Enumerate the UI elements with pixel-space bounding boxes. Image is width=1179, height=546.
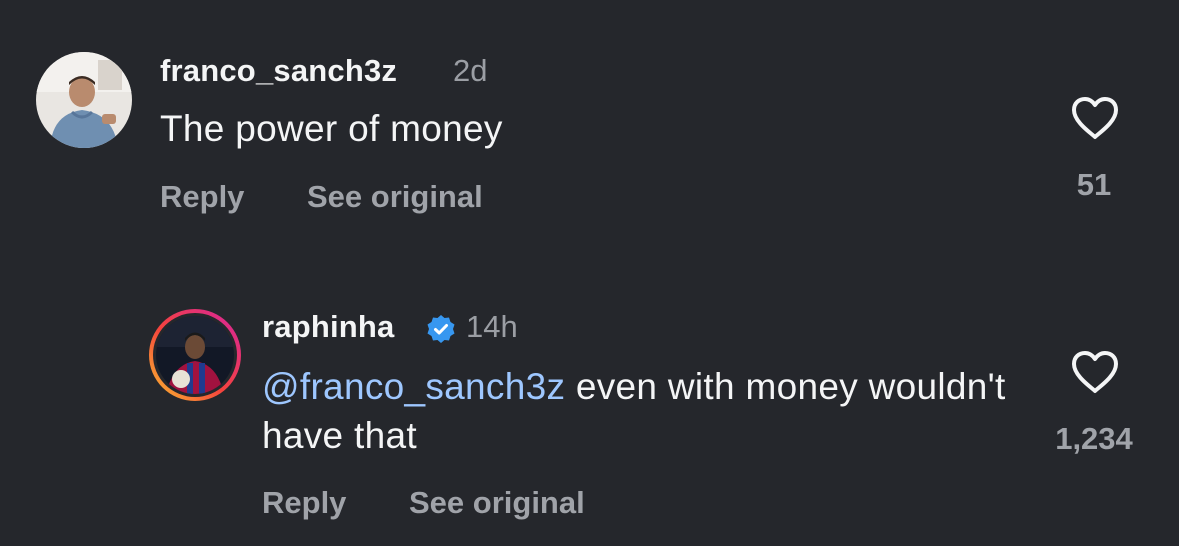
reply-button[interactable]: Reply: [262, 485, 346, 521]
username[interactable]: raphinha: [262, 309, 395, 345]
see-original-button[interactable]: See original: [307, 179, 483, 215]
timestamp: 14h: [466, 309, 518, 344]
username[interactable]: franco_sanch3z: [160, 53, 397, 89]
comment-item: franco_sanch3z 2d The power of money Rep…: [0, 0, 1179, 240]
heart-icon[interactable]: [1069, 349, 1121, 395]
like-count: 1,234: [1055, 421, 1133, 456]
see-original-button[interactable]: See original: [409, 485, 585, 521]
like-count: 51: [1076, 167, 1112, 202]
comments-thread: franco_sanch3z 2d The power of money Rep…: [0, 0, 1179, 546]
timestamp: 2d: [453, 53, 488, 88]
comment-text: @franco_sanch3z even with money wouldn't…: [262, 362, 1022, 460]
comment-text: The power of money: [160, 108, 503, 149]
mention-link[interactable]: @franco_sanch3z: [262, 366, 565, 407]
avatar[interactable]: [147, 307, 243, 403]
heart-icon[interactable]: [1069, 95, 1121, 141]
avatar[interactable]: [36, 52, 132, 148]
comment-item: raphinha 14h @franco_sanch3z even with m…: [0, 290, 1179, 546]
reply-button[interactable]: Reply: [160, 179, 244, 215]
verified-badge-icon: [426, 314, 456, 344]
